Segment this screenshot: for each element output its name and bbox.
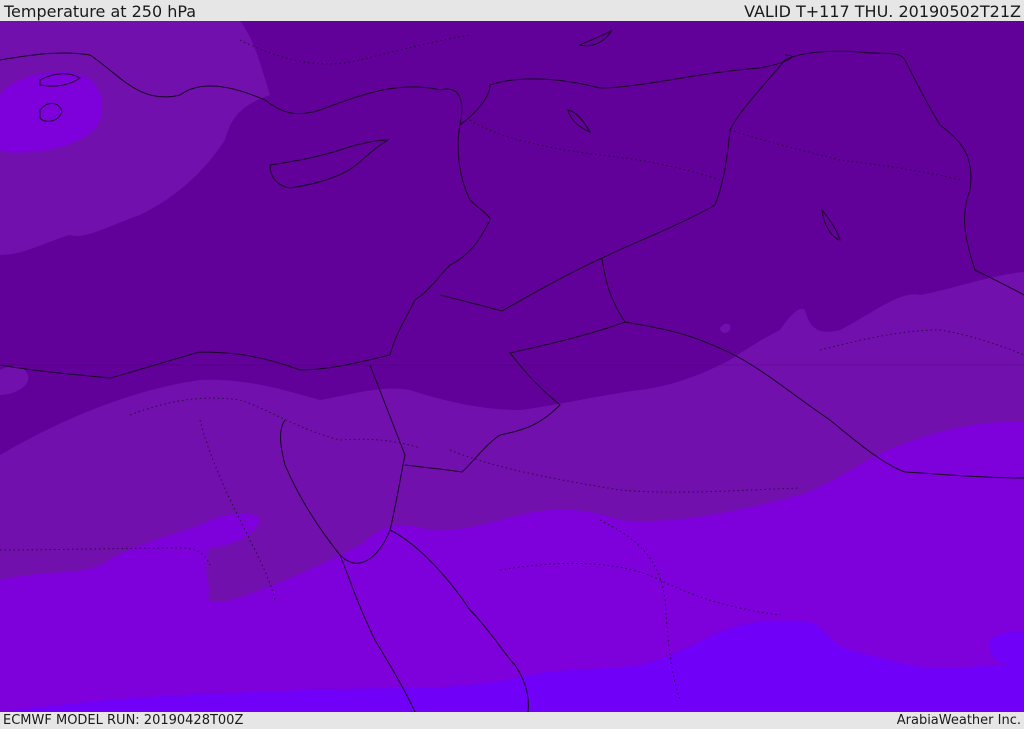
map-footer: ECMWF MODEL RUN: 20190428T00Z ArabiaWeat… (0, 712, 1024, 729)
valid-time: VALID T+117 THU. 20190502T21Z (744, 2, 1021, 21)
map-area[interactable] (0, 21, 1024, 712)
map-title: Temperature at 250 hPa (4, 2, 197, 21)
map-header: Temperature at 250 hPa VALID T+117 THU. … (0, 0, 1024, 21)
temperature-map (0, 21, 1024, 712)
model-run-label: ECMWF MODEL RUN: 20190428T00Z (3, 713, 244, 728)
credit-label: ArabiaWeather Inc. (896, 713, 1021, 728)
